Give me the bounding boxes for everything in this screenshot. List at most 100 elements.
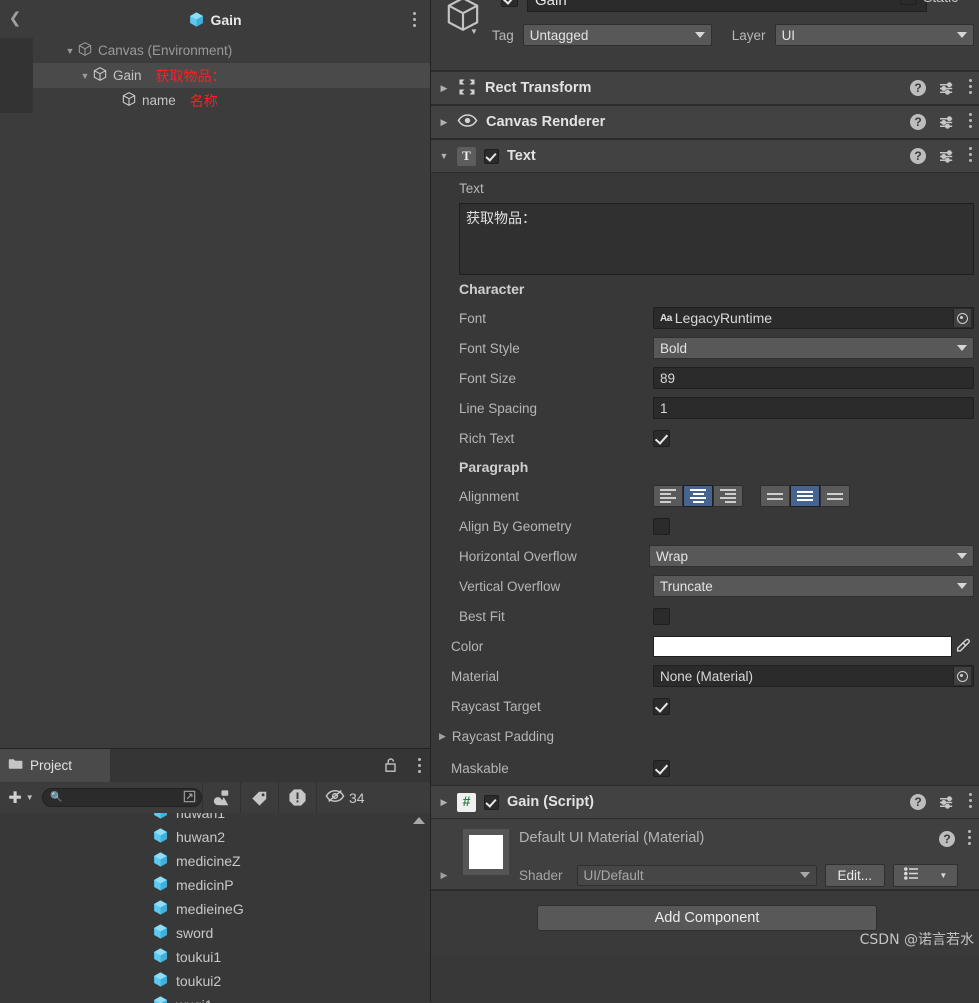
material-object-field[interactable]: None (Material) [653,665,974,687]
material-preview-block: Default UI Material (Material) ? ▶ Shade… [431,819,979,890]
raycast-target-checkbox[interactable] [653,697,670,715]
gameobject-header: ▼ Gain Static ▼ Tag Untagged Layer [431,0,979,71]
list-item[interactable]: toukui1 [0,945,430,969]
help-icon[interactable]: ? [939,831,955,847]
rich-text-checkbox[interactable] [653,429,670,447]
presets-icon[interactable] [939,795,956,810]
kebab-menu-icon[interactable] [968,830,971,848]
foldout-arrow-icon[interactable]: ▶ [431,797,457,808]
font-style-dropdown[interactable]: Bold [653,337,974,359]
object-picker-icon[interactable] [953,309,971,327]
vertical-alignment-group[interactable] [760,485,850,507]
foldout-arrow-icon[interactable]: ▼ [78,71,92,81]
presets-icon[interactable] [939,81,956,96]
align-left-button[interactable] [653,485,683,507]
shapes-filter-icon[interactable] [202,782,240,813]
list-item[interactable]: huwan1 [0,813,430,825]
hierarchy-row-name[interactable]: name 名称 [0,88,430,113]
list-item-label: toukui1 [176,949,222,965]
component-header-rect-transform[interactable]: ▶ Rect Transform ? [431,71,979,105]
list-item[interactable]: toukui2 [0,969,430,993]
horizontal-alignment-group[interactable] [653,485,743,507]
line-spacing-input[interactable]: 1 [653,397,974,419]
shader-dropdown[interactable]: UI/Default [576,864,817,886]
hierarchy-row-gain[interactable]: ▼ Gain 获取物品： [0,63,430,88]
color-swatch[interactable] [653,635,952,657]
hierarchy-tree[interactable]: ▼ Canvas (Environment) ▼ Gain 获取物品： name… [0,38,430,748]
project-asset-list[interactable]: huwan1 huwan2 medicineZ medicinP mediein… [0,813,430,1003]
list-item[interactable]: medicinP [0,873,430,897]
text-enabled-checkbox[interactable] [484,148,499,164]
align-middle-button[interactable] [790,485,820,507]
scroll-up-arrow-icon[interactable] [412,817,425,824]
lock-open-icon[interactable] [384,757,398,776]
maskable-checkbox[interactable] [653,759,670,777]
foldout-arrow-icon[interactable]: ▶ [431,870,457,881]
shader-preset-button[interactable]: ▼ [893,863,959,887]
foldout-arrow-icon[interactable]: ▼ [63,46,77,56]
align-by-geometry-checkbox[interactable] [653,517,670,535]
text-value-textarea[interactable]: 获取物品： [459,203,974,275]
help-icon[interactable]: ? [910,794,926,810]
list-item[interactable]: medieineG [0,897,430,921]
alignment-row: Alignment [431,481,979,511]
search-expand-icon[interactable] [182,789,197,807]
list-item[interactable]: sword [0,921,430,945]
warning-icon[interactable] [278,782,316,813]
edit-shader-button[interactable]: Edit... [824,863,886,887]
rich-text-label: Rich Text [459,430,515,446]
presets-icon[interactable] [939,149,956,164]
component-header-text[interactable]: ▼ T Text ? [431,139,979,173]
align-center-button[interactable] [683,485,713,507]
help-icon[interactable]: ? [910,114,926,130]
gameobject-enabled-checkbox[interactable] [501,0,521,10]
horizontal-overflow-dropdown[interactable]: Wrap [649,545,974,567]
align-bottom-button[interactable] [820,485,850,507]
tag-dropdown[interactable]: Untagged [522,24,712,46]
inspector-panel: ▼ Gain Static ▼ Tag Untagged Layer [430,0,979,1002]
kebab-menu-icon[interactable] [969,113,972,131]
help-icon[interactable]: ? [910,148,926,164]
kebab-menu-icon[interactable] [969,79,972,97]
gameobject-name-value: Gain [535,0,567,9]
list-item[interactable]: medicineZ [0,849,430,873]
chevron-down-icon[interactable]: ▼ [964,0,972,1]
help-icon[interactable]: ? [910,80,926,96]
create-asset-button[interactable]: ✚ ▼ [0,788,42,808]
foldout-arrow-icon[interactable]: ▶ [439,731,446,742]
static-checkbox[interactable] [900,0,918,5]
hidden-assets-button[interactable]: 34 [316,782,373,813]
vertical-overflow-dropdown[interactable]: Truncate [653,575,974,597]
eyedropper-icon[interactable] [952,638,974,654]
tab-project[interactable]: Project [0,749,110,782]
project-scrollbar[interactable] [412,815,425,1001]
object-picker-icon[interactable] [953,667,971,685]
kebab-menu-icon[interactable] [418,758,421,776]
search-input[interactable]: 🔍 [42,788,202,807]
kebab-menu-icon[interactable] [969,793,972,811]
list-item[interactable]: huwan2 [0,825,430,849]
presets-icon[interactable] [939,115,956,130]
add-component-button[interactable]: Add Component [537,905,877,931]
best-fit-checkbox[interactable] [653,607,670,625]
script-enabled-checkbox[interactable] [484,794,499,810]
foldout-arrow-icon[interactable]: ▶ [431,117,457,128]
component-header-canvas-renderer[interactable]: ▶ Canvas Renderer ? [431,105,979,139]
foldout-arrow-icon[interactable]: ▼ [431,151,457,161]
component-header-gain-script[interactable]: ▶ # Gain (Script) ? [431,785,979,819]
kebab-menu-icon[interactable] [969,147,972,165]
label-tag-icon[interactable] [240,782,278,813]
align-top-button[interactable] [760,485,790,507]
font-size-input[interactable]: 89 [653,367,974,389]
layer-dropdown[interactable]: UI [774,24,974,46]
kebab-menu-icon[interactable] [407,12,421,28]
static-toggle[interactable]: Static ▼ [900,0,972,5]
align-right-button[interactable] [713,485,743,507]
search-field[interactable] [62,789,182,806]
foldout-arrow-icon[interactable]: ▶ [431,83,457,94]
font-object-field[interactable]: Aa LegacyRuntime [653,307,974,329]
folder-icon [8,757,24,774]
raycast-padding-row[interactable]: ▶ Raycast Padding [431,721,979,751]
hierarchy-row-canvas[interactable]: ▼ Canvas (Environment) [0,38,430,63]
gameobject-name-field[interactable]: Gain [527,0,927,12]
